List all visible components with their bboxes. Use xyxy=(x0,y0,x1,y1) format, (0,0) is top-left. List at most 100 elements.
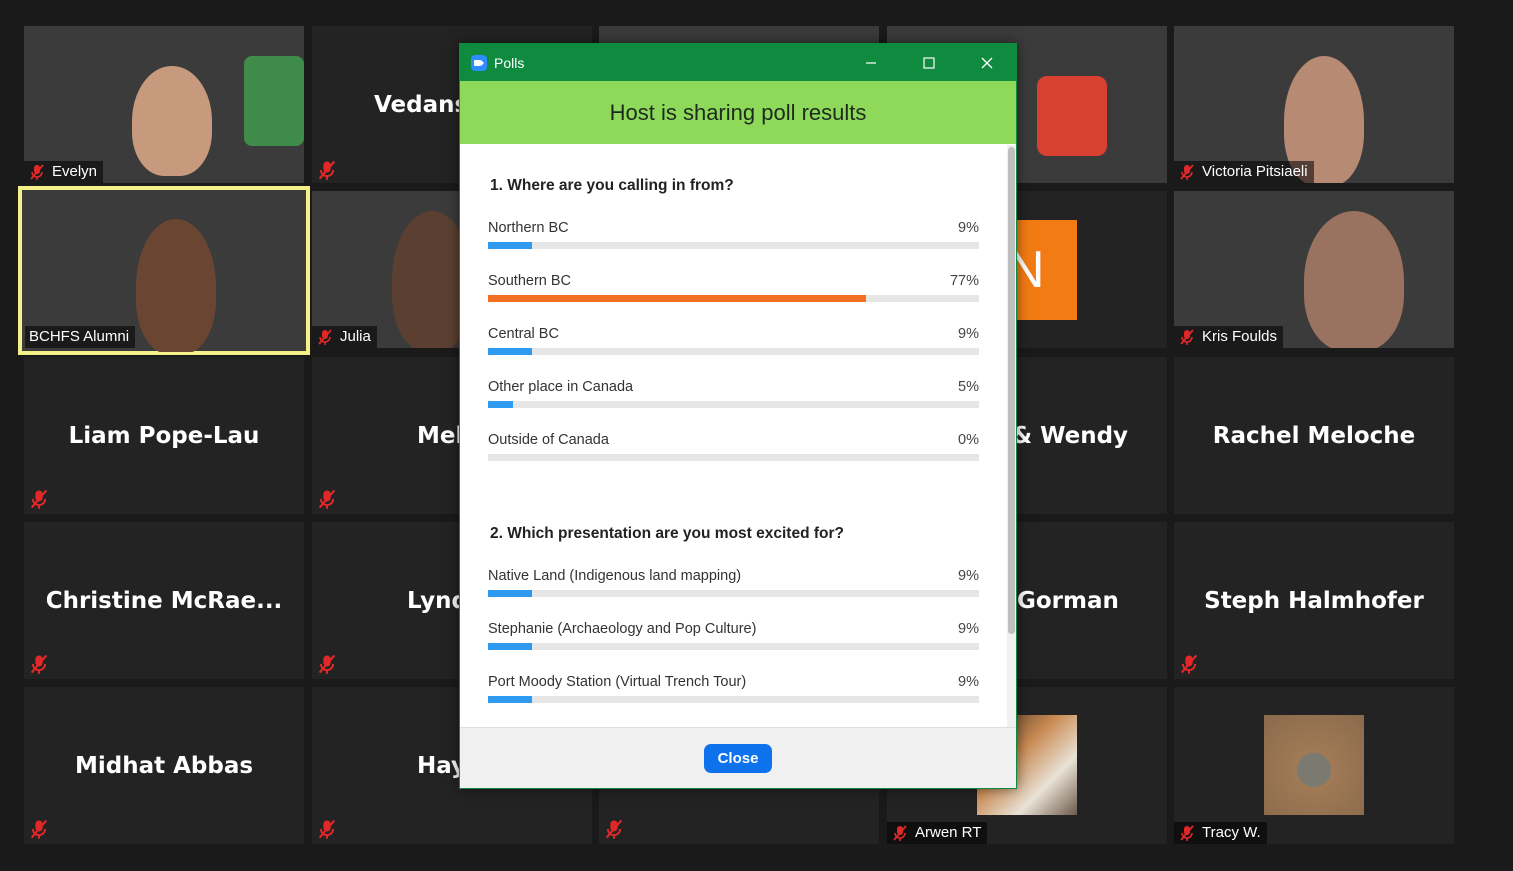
option-percentage: 9% xyxy=(958,220,979,236)
muted-mic-icon xyxy=(893,825,907,841)
polls-window: Polls Host is sharing poll results 1. Wh… xyxy=(459,43,1017,789)
result-bar-fill xyxy=(488,696,533,703)
title-bar[interactable]: Polls xyxy=(460,44,1016,81)
participant-name: Arwen RT xyxy=(915,824,982,841)
participant-name: Victoria Pitsiaeli xyxy=(1202,163,1308,180)
minimize-icon xyxy=(866,61,876,64)
video-tile-steph[interactable]: Steph Halmhofer xyxy=(1174,522,1454,679)
video-tile-kris[interactable]: Kris Foulds xyxy=(1174,191,1454,348)
result-bar-fill xyxy=(488,242,533,249)
video-tile-rachel[interactable]: Rachel Meloche xyxy=(1174,357,1454,514)
participant-video xyxy=(132,66,212,176)
avatar: N xyxy=(1007,220,1077,320)
participant-name: BCHFS Alumni xyxy=(29,328,130,345)
poll-option: Northern BC 9% xyxy=(488,220,979,273)
participant-name: Liam Pope-Lau xyxy=(68,422,260,449)
poll-option: Central BC 9% xyxy=(488,326,979,379)
muted-mic-icon xyxy=(318,489,336,509)
participant-label: Kris Foulds xyxy=(1174,326,1284,348)
participant-label: Arwen RT xyxy=(887,822,988,844)
zoom-logo-icon xyxy=(471,54,487,71)
option-label: Native Land (Indigenous land mapping) xyxy=(488,568,742,584)
muted-mic-icon xyxy=(30,164,44,180)
participant-name: Tracy W. xyxy=(1202,824,1261,841)
participant-name: Rachel Meloche xyxy=(1212,422,1416,449)
participant-name: Gorman xyxy=(1017,587,1119,614)
muted-mic-icon xyxy=(1180,654,1198,674)
option-percentage: 0% xyxy=(958,432,979,448)
muted-mic-icon xyxy=(318,160,336,180)
maximize-icon xyxy=(923,56,935,69)
poll-option: Stephanie (Archaeology and Pop Culture) 9… xyxy=(488,621,979,674)
participant-name: & Wendy xyxy=(1012,422,1129,449)
scrollbar-thumb[interactable] xyxy=(1008,147,1015,634)
poll-option: Other place in Canada 5% xyxy=(488,379,979,432)
result-bar-track xyxy=(488,643,979,650)
poll-option: Native Land (Indigenous land mapping) 9% xyxy=(488,568,979,621)
video-tile-victoria[interactable]: Victoria Pitsiaeli xyxy=(1174,26,1454,183)
participant-label: BCHFS Alumni xyxy=(25,326,136,348)
result-bar-fill xyxy=(488,348,533,355)
option-label: Central BC xyxy=(488,326,559,342)
option-percentage: 9% xyxy=(958,621,979,637)
option-percentage: 9% xyxy=(958,568,979,584)
result-bar-track xyxy=(488,696,979,703)
result-bar-fill xyxy=(488,295,867,302)
muted-mic-icon xyxy=(605,819,623,839)
result-bar-track xyxy=(488,454,979,461)
background-object xyxy=(244,56,304,146)
poll-option: Outside of Canada 0% xyxy=(488,432,979,485)
result-bar-track xyxy=(488,401,979,408)
muted-mic-icon xyxy=(1180,329,1194,345)
option-percentage: 5% xyxy=(958,379,979,395)
minimize-button[interactable] xyxy=(842,44,900,81)
maximize-button[interactable] xyxy=(900,44,958,81)
option-label: Southern BC xyxy=(488,273,572,289)
participant-label: Evelyn xyxy=(24,161,104,183)
background-object xyxy=(1037,76,1107,156)
window-title: Polls xyxy=(494,54,525,71)
muted-mic-icon xyxy=(30,489,48,509)
option-percentage: 77% xyxy=(949,273,979,289)
question-title: 1. Where are you calling in from? xyxy=(490,177,734,194)
participant-name: Kris Foulds xyxy=(1202,328,1278,345)
participant-name: Julia xyxy=(340,328,371,345)
muted-mic-icon xyxy=(1180,164,1194,180)
option-label: Other place in Canada xyxy=(488,379,634,395)
scrollbar[interactable] xyxy=(1007,145,1016,729)
poll-option: Southern BC 77% xyxy=(488,273,979,326)
participant-label: Julia xyxy=(312,326,377,348)
participant-name: Midhat Abbas xyxy=(74,752,254,779)
participant-video xyxy=(1304,211,1404,348)
result-bar-track xyxy=(488,590,979,597)
muted-mic-icon xyxy=(30,654,48,674)
result-bar-track xyxy=(488,242,979,249)
participant-video xyxy=(136,219,216,352)
participant-name: Steph Halmhofer xyxy=(1204,587,1424,614)
result-bar-track xyxy=(488,295,979,302)
video-tile-bchfs-alumni-active[interactable]: BCHFS Alumni xyxy=(18,186,310,355)
option-label: Outside of Canada xyxy=(488,432,609,448)
close-window-button[interactable] xyxy=(958,44,1016,81)
video-tile-christine[interactable]: Christine McRae... xyxy=(24,522,304,679)
poll-banner: Host is sharing poll results xyxy=(460,81,1016,144)
video-tile-tracy[interactable]: Tracy W. xyxy=(1174,687,1454,844)
participant-label: Victoria Pitsiaeli xyxy=(1174,161,1314,183)
profile-picture xyxy=(1264,715,1364,815)
poll-option: Port Moody Station (Virtual Trench Tour)… xyxy=(488,674,979,727)
dialog-footer: Close xyxy=(460,727,1016,788)
option-label: Stephanie (Archaeology and Pop Culture) xyxy=(488,621,757,637)
muted-mic-icon xyxy=(1180,825,1194,841)
poll-results: 1. Where are you calling in from? Norther… xyxy=(460,145,1007,729)
participant-name: Evelyn xyxy=(52,163,98,180)
muted-mic-icon xyxy=(318,329,332,345)
video-tile-midhat[interactable]: Midhat Abbas xyxy=(24,687,304,844)
result-bar-fill xyxy=(488,401,513,408)
question-title: 2. Which presentation are you most excit… xyxy=(490,525,844,542)
muted-mic-icon xyxy=(30,819,48,839)
video-tile-evelyn[interactable]: Evelyn xyxy=(24,26,304,183)
result-bar-track xyxy=(488,348,979,355)
video-tile-liam[interactable]: Liam Pope-Lau xyxy=(24,357,304,514)
result-bar-fill xyxy=(488,643,533,650)
close-button[interactable]: Close xyxy=(703,743,773,773)
